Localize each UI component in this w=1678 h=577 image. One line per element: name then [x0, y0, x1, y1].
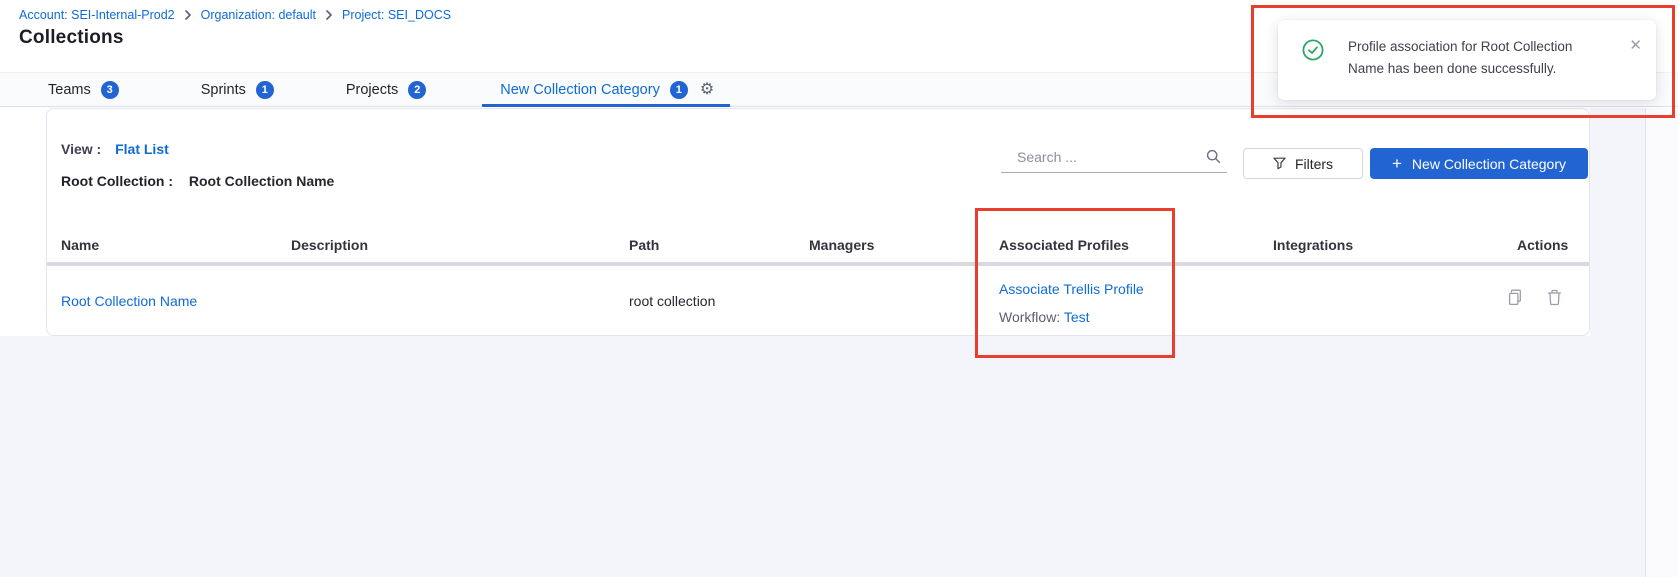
breadcrumb-project-link[interactable]: Project: SEI_DOCS [342, 8, 451, 22]
filters-button-label: Filters [1295, 156, 1333, 172]
tab-label: Sprints [201, 82, 246, 98]
search-icon[interactable] [1206, 149, 1221, 164]
tab-label: Teams [48, 82, 91, 98]
delete-icon[interactable] [1547, 289, 1562, 306]
view-label: View : [61, 141, 101, 157]
column-header-integrations: Integrations [1273, 237, 1353, 253]
copy-icon[interactable] [1507, 289, 1523, 306]
collections-page: Account: SEI-Internal-Prod2 Organization… [0, 0, 1678, 577]
tab-label: New Collection Category [500, 82, 660, 98]
root-collection-value: Root Collection Name [189, 173, 334, 189]
count-badge: 1 [256, 81, 274, 99]
root-collection-label: Root Collection : [61, 173, 173, 189]
funnel-icon [1273, 157, 1286, 170]
root-collection-row: Root Collection : Root Collection Name [61, 173, 334, 189]
plus-icon: + [1392, 155, 1402, 172]
tab-projects[interactable]: Projects 2 [346, 73, 426, 106]
table-row-workflow-cell: Workflow: Test [999, 309, 1090, 325]
toast-message-line1: Profile association for Root Collection [1348, 36, 1610, 58]
breadcrumb-organization-link[interactable]: Organization: default [201, 8, 316, 22]
right-gutter-background [1590, 108, 1645, 577]
table-row-associated-profiles-cell: Associate Trellis Profile [999, 281, 1144, 297]
table-row-actions-cell [1507, 289, 1562, 306]
count-badge: 2 [408, 81, 426, 99]
workflow-test-link[interactable]: Test [1064, 309, 1090, 325]
collection-name-link[interactable]: Root Collection Name [61, 293, 197, 309]
new-collection-category-button-label: New Collection Category [1412, 156, 1566, 172]
tab-sprints[interactable]: Sprints 1 [201, 73, 274, 106]
tab-teams[interactable]: Teams 3 [48, 73, 119, 106]
breadcrumb: Account: SEI-Internal-Prod2 Organization… [19, 8, 451, 22]
chevron-right-icon [325, 10, 333, 20]
success-toast: Profile association for Root Collection … [1278, 20, 1656, 100]
associate-trellis-profile-link[interactable]: Associate Trellis Profile [999, 281, 1144, 297]
page-bottom-background [0, 336, 1590, 577]
table-header-divider [47, 262, 1589, 266]
tab-label: Projects [346, 82, 398, 98]
column-header-name: Name [61, 237, 99, 253]
success-check-icon [1302, 39, 1324, 66]
close-icon[interactable]: ✕ [1629, 38, 1642, 53]
toast-message: Profile association for Root Collection … [1348, 36, 1610, 80]
chevron-right-icon [184, 10, 192, 20]
tab-new-collection-category[interactable]: New Collection Category 1 ⚙ [500, 73, 714, 106]
breadcrumb-account-link[interactable]: Account: SEI-Internal-Prod2 [19, 8, 175, 22]
toast-message-line2: Name has been done successfully. [1348, 58, 1610, 80]
table-row-path-cell: root collection [629, 293, 715, 309]
new-collection-category-button[interactable]: + New Collection Category [1370, 148, 1588, 179]
collections-card: View : Flat List Root Collection : Root … [46, 108, 1590, 336]
page-title: Collections [19, 27, 124, 49]
search-input[interactable] [1001, 149, 1206, 169]
search-box [1001, 145, 1227, 173]
table-row-name-cell: Root Collection Name [61, 293, 197, 309]
column-header-path: Path [629, 237, 659, 253]
flat-list-link[interactable]: Flat List [115, 141, 169, 157]
workflow-label: Workflow: [999, 309, 1060, 325]
view-row: View : Flat List [61, 141, 169, 157]
gear-icon[interactable]: ⚙ [700, 82, 714, 98]
column-header-managers: Managers [809, 237, 874, 253]
filters-button[interactable]: Filters [1243, 148, 1363, 179]
count-badge: 1 [670, 81, 688, 99]
right-panel-divider [1645, 108, 1646, 577]
count-badge: 3 [101, 81, 119, 99]
column-header-actions: Actions [1517, 237, 1568, 253]
right-panel-background [1646, 108, 1678, 577]
column-header-associated-profiles: Associated Profiles [999, 237, 1129, 253]
column-header-description: Description [291, 237, 368, 253]
